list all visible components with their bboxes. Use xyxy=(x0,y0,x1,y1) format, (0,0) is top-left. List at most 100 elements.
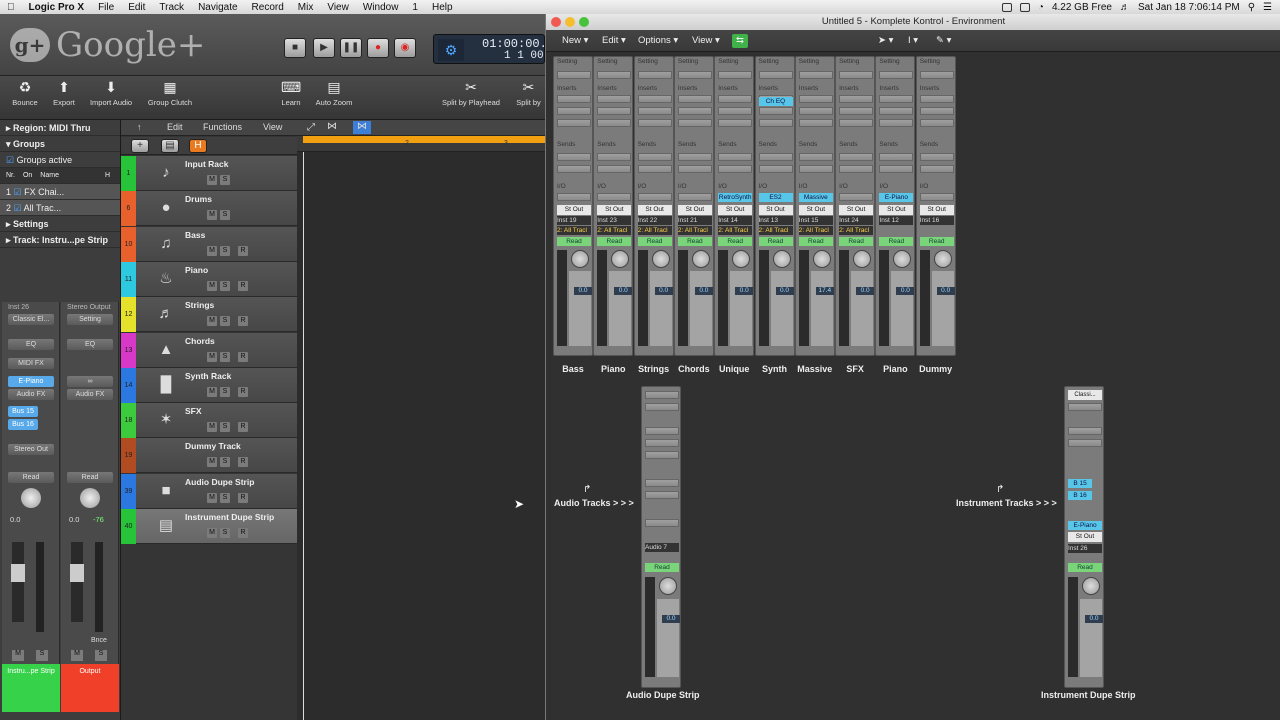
insert-slot[interactable] xyxy=(919,119,954,127)
bus-16-send[interactable]: B 16 xyxy=(1068,491,1092,500)
pan-knob[interactable] xyxy=(691,250,710,268)
track-mute-button[interactable]: M xyxy=(207,457,217,468)
volume-fader[interactable] xyxy=(810,271,833,346)
setting-label[interactable]: Setting xyxy=(799,58,819,65)
send-slot[interactable] xyxy=(597,153,632,161)
track-header-row[interactable]: 6 ● Drums M S xyxy=(121,191,297,227)
insert-slot[interactable] xyxy=(798,119,833,127)
output-button[interactable]: St Out xyxy=(798,205,833,215)
track-solo-button[interactable]: S xyxy=(220,386,230,397)
output-button[interactable]: St Out xyxy=(839,205,874,215)
eq-slot[interactable] xyxy=(798,71,833,79)
track-header-row[interactable]: 12 ♬ Strings M S R xyxy=(121,297,297,333)
eq-slot[interactable] xyxy=(758,71,793,79)
track-mute-button[interactable]: M xyxy=(207,245,217,256)
instrument-plugin[interactable]: ES2 xyxy=(758,193,793,202)
setting-button[interactable]: Classic El... xyxy=(8,314,54,325)
pan-knob[interactable] xyxy=(732,250,751,268)
environment-channel-strip[interactable]: Setting Inserts Sends I/O ES2 Ch EQ St Out Inst… xyxy=(754,56,795,356)
automation-read[interactable]: Read xyxy=(718,237,753,246)
eq-slot[interactable] xyxy=(557,71,591,79)
menu-navigate[interactable]: Navigate xyxy=(191,2,244,13)
menu-app[interactable]: Logic Pro X xyxy=(22,2,92,13)
pointer-tool-icon[interactable]: ➤ ▾ xyxy=(872,34,899,48)
list-icon[interactable]: ☰ xyxy=(1263,2,1272,13)
solo-button[interactable]: S xyxy=(36,650,48,661)
dropbox-icon[interactable] xyxy=(1001,2,1012,12)
setting-label[interactable]: Setting xyxy=(759,58,779,65)
automation-read[interactable]: Read xyxy=(879,237,914,246)
track-instrument-icon[interactable]: ■ xyxy=(155,480,177,502)
track-name[interactable]: Dummy Track xyxy=(185,441,241,451)
send-slot[interactable] xyxy=(798,153,833,161)
insert-slot[interactable] xyxy=(839,95,874,103)
environment-channel-strip[interactable]: Setting Inserts Sends I/O E-Piano St Out Inst … xyxy=(875,56,916,356)
send-slot[interactable] xyxy=(637,165,672,173)
eq-slot[interactable] xyxy=(718,71,753,79)
send-slot[interactable] xyxy=(919,153,954,161)
eq-slot[interactable] xyxy=(1068,403,1102,411)
insert-slot[interactable] xyxy=(798,107,833,115)
pan-knob[interactable] xyxy=(853,250,872,268)
stop-button[interactable]: ■ xyxy=(284,38,306,58)
track-solo-button[interactable]: S xyxy=(220,280,230,291)
instrument-plugin[interactable]: E-Piano xyxy=(8,376,54,387)
pan-knob[interactable] xyxy=(812,250,831,268)
io-slot[interactable] xyxy=(677,193,712,201)
new-menu[interactable]: New ▾ xyxy=(556,34,594,48)
view-menu[interactable]: View ▾ xyxy=(686,34,726,48)
automation-read[interactable]: Read xyxy=(798,237,833,246)
track-solo-button[interactable]: S xyxy=(220,457,230,468)
track-name[interactable]: Strings xyxy=(185,300,214,310)
send-slot[interactable] xyxy=(718,165,753,173)
menu-one[interactable]: 1 xyxy=(405,2,425,13)
track-instrument-icon[interactable]: ▲ xyxy=(155,339,177,361)
send-slot[interactable] xyxy=(879,153,914,161)
track-mute-button[interactable]: M xyxy=(207,351,217,362)
insert-slot[interactable] xyxy=(597,119,632,127)
bus-15-send[interactable]: B 15 xyxy=(1068,479,1092,488)
track-instrument-icon[interactable]: ✶ xyxy=(155,409,177,431)
import-audio-button[interactable]: ⬇ Import Audio xyxy=(86,78,136,107)
record-button[interactable]: ● xyxy=(367,38,389,58)
zoom-button[interactable] xyxy=(579,17,589,27)
bounce-label[interactable]: Bnce xyxy=(91,637,107,644)
io-slot[interactable] xyxy=(919,193,954,201)
eq-slot[interactable] xyxy=(879,71,914,79)
track-name[interactable]: Bass xyxy=(185,230,205,240)
track-header-row[interactable]: 13 ▲ Chords M S R xyxy=(121,332,297,368)
track-name[interactable]: Audio Dupe Strip xyxy=(185,477,254,487)
environment-channel-strip[interactable]: Setting Inserts Sends I/O St Out Inst 23 2: Al… xyxy=(593,56,634,356)
track-record-button[interactable]: R xyxy=(238,316,248,327)
volume-fader[interactable] xyxy=(11,542,25,622)
automation-read[interactable]: Read xyxy=(1068,563,1102,572)
track-record-button[interactable]: R xyxy=(238,457,248,468)
instrument-plugin[interactable]: E-Piano xyxy=(1068,521,1102,530)
add-track-button[interactable]: + xyxy=(131,139,149,153)
group-label[interactable]: 2: All Tracl xyxy=(637,226,672,235)
track-header-row[interactable]: 1 ♪ Input Rack M S xyxy=(121,156,297,191)
output-button[interactable]: St Out xyxy=(677,205,712,215)
track-solo-button[interactable]: S xyxy=(220,351,230,362)
pan-knob[interactable] xyxy=(933,250,952,268)
pan-knob[interactable] xyxy=(659,577,677,595)
menu-file[interactable]: File xyxy=(91,2,121,13)
track-header-row[interactable]: 39 ■ Audio Dupe Strip M S R xyxy=(121,473,297,509)
track-record-button[interactable]: R xyxy=(238,422,248,433)
insert-slot[interactable] xyxy=(718,107,753,115)
track-solo-button[interactable]: S xyxy=(220,492,230,503)
pan-knob[interactable] xyxy=(772,250,791,268)
track-instrument-icon[interactable]: ♬ xyxy=(155,303,177,325)
track-mute-button[interactable]: M xyxy=(207,492,217,503)
menu-window[interactable]: Window xyxy=(356,2,406,13)
environment-channel-strip[interactable]: Setting Inserts Sends I/O St Out Inst 21 2: Al… xyxy=(673,56,714,356)
send-slot[interactable] xyxy=(919,165,954,173)
setting-slot[interactable] xyxy=(645,391,679,399)
auto-zoom-button[interactable]: ▤ Auto Zoom xyxy=(312,78,356,107)
insert-slot[interactable] xyxy=(637,119,672,127)
insert-slot[interactable] xyxy=(879,119,914,127)
send-slot[interactable] xyxy=(557,165,591,173)
insert-slot[interactable] xyxy=(645,439,679,447)
volume-fader[interactable] xyxy=(1080,599,1102,677)
menu-mix[interactable]: Mix xyxy=(291,2,321,13)
